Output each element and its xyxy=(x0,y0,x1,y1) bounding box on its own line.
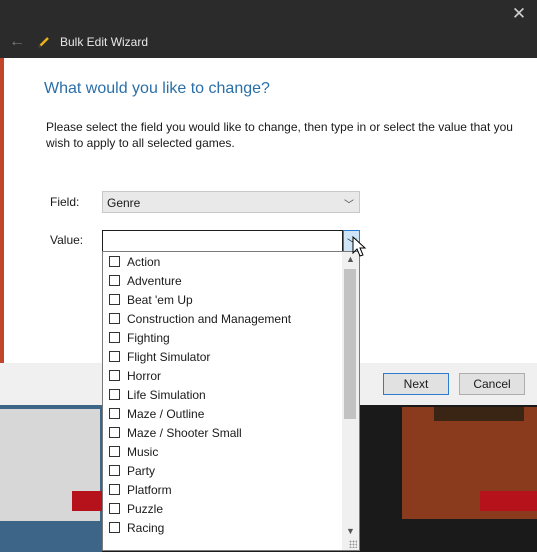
value-input[interactable] xyxy=(102,230,343,252)
list-item[interactable]: Action xyxy=(107,253,343,272)
checkbox[interactable] xyxy=(109,370,120,381)
checkbox[interactable] xyxy=(109,503,120,514)
value-label: Value: xyxy=(50,233,84,247)
list-item[interactable]: Adventure xyxy=(107,272,343,291)
checkbox[interactable] xyxy=(109,465,120,476)
window-titlebar: ✕ xyxy=(0,0,537,28)
checkbox[interactable] xyxy=(109,351,120,362)
field-label: Field: xyxy=(50,195,80,209)
scrollbar-thumb[interactable] xyxy=(344,269,356,419)
list-item[interactable]: Beat 'em Up xyxy=(107,291,343,310)
list-item[interactable]: Life Simulation xyxy=(107,386,343,405)
value-dropdown-list[interactable]: Action Adventure Beat 'em Up Constructio… xyxy=(102,251,360,551)
list-item[interactable]: Construction and Management xyxy=(107,310,343,329)
background-game-cover-left xyxy=(0,405,102,552)
list-item[interactable]: Racing xyxy=(107,519,343,538)
checkbox[interactable] xyxy=(109,484,120,495)
mouse-cursor-icon xyxy=(352,236,367,257)
window-edge xyxy=(0,58,4,363)
close-icon[interactable]: ✕ xyxy=(509,4,529,24)
list-item[interactable]: Platform xyxy=(107,481,343,500)
list-item[interactable]: Horror xyxy=(107,367,343,386)
cover-brand-band xyxy=(72,491,102,511)
checkbox[interactable] xyxy=(109,446,120,457)
field-select-value: Genre xyxy=(107,196,141,210)
checkbox[interactable] xyxy=(109,408,120,419)
cancel-button[interactable]: Cancel xyxy=(459,373,525,395)
checkbox[interactable] xyxy=(109,313,120,324)
checkbox[interactable] xyxy=(109,522,120,533)
list-item[interactable]: Maze / Outline xyxy=(107,405,343,424)
checkbox[interactable] xyxy=(109,256,120,267)
chevron-down-icon: ﹀ xyxy=(344,200,354,211)
dropdown-scrollbar[interactable]: ▲ ▼ xyxy=(342,252,359,550)
instructions-text: Please select the field you would like t… xyxy=(46,120,513,150)
list-item[interactable]: Puzzle xyxy=(107,500,343,519)
list-item[interactable]: Party xyxy=(107,462,343,481)
scroll-down-icon[interactable]: ▼ xyxy=(346,526,355,536)
wizard-title: Bulk Edit Wizard xyxy=(60,35,149,49)
list-item[interactable]: Flight Simulator xyxy=(107,348,343,367)
checkbox[interactable] xyxy=(109,427,120,438)
checkbox[interactable] xyxy=(109,275,120,286)
list-item[interactable]: Maze / Shooter Small xyxy=(107,424,343,443)
cover-brand-band xyxy=(480,491,537,511)
checkbox[interactable] xyxy=(109,389,120,400)
cover-title-strip xyxy=(434,407,524,421)
list-item[interactable]: Fighting xyxy=(107,329,343,348)
pencil-icon xyxy=(38,37,49,48)
checkbox[interactable] xyxy=(109,294,120,305)
list-item[interactable]: Music xyxy=(107,443,343,462)
wizard-header: ← Bulk Edit Wizard xyxy=(0,28,537,58)
back-arrow-icon[interactable]: ← xyxy=(9,33,27,51)
background-game-cover-right xyxy=(358,405,537,552)
page-title: What would you like to change? xyxy=(44,80,270,97)
checkbox[interactable] xyxy=(109,332,120,343)
field-select[interactable]: Genre ﹀ xyxy=(102,191,360,213)
next-button[interactable]: Next xyxy=(383,373,449,395)
resize-grip-icon[interactable] xyxy=(349,540,357,548)
